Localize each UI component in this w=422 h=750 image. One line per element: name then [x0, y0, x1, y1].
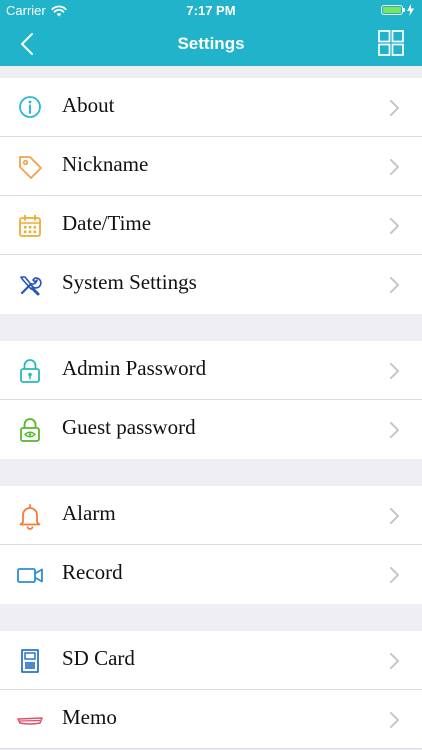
status-bar: Carrier 7:17 PM [0, 0, 422, 22]
settings-group-media: Alarm Record [0, 486, 422, 604]
section-spacer [0, 66, 422, 78]
settings-item-label: Record [62, 560, 123, 584]
settings-item-label: Alarm [62, 501, 116, 525]
settings-item-label: Guest password [62, 415, 196, 439]
chevron-right-icon [388, 422, 400, 438]
section-spacer [0, 459, 422, 486]
navigation-bar: Settings [0, 22, 422, 66]
section-spacer [0, 604, 422, 631]
chevron-right-icon [388, 567, 400, 583]
calendar-icon [16, 212, 44, 240]
status-time: 7:17 PM [186, 3, 236, 18]
settings-group-general: About Nickname Date/Time System Settings [0, 78, 422, 314]
settings-item-label: System Settings [62, 270, 197, 294]
settings-item-about[interactable]: About [0, 78, 422, 137]
settings-item-label: Nickname [62, 152, 149, 176]
sd-card-icon [16, 647, 44, 675]
battery-level [383, 7, 401, 13]
settings-item-record[interactable]: Record [0, 545, 422, 604]
settings-item-admin-password[interactable]: Admin Password [0, 341, 422, 400]
grid-icon [378, 30, 404, 56]
section-spacer [0, 314, 422, 341]
chevron-right-icon [388, 159, 400, 175]
settings-item-label: SD Card [62, 646, 135, 670]
status-right [381, 4, 414, 16]
info-icon [16, 94, 44, 122]
settings-item-guest-password[interactable]: Guest password [0, 400, 422, 459]
top-bar: Carrier 7:17 PM Settings [0, 0, 422, 66]
settings-item-alarm[interactable]: Alarm [0, 486, 422, 545]
settings-item-date-time[interactable]: Date/Time [0, 196, 422, 255]
chevron-right-icon [388, 712, 400, 728]
settings-group-passwords: Admin Password Guest password [0, 341, 422, 459]
charging-icon [407, 4, 414, 16]
settings-item-label: Admin Password [62, 356, 207, 380]
settings-item-memo[interactable]: Memo [0, 690, 422, 749]
chevron-right-icon [388, 277, 400, 293]
video-camera-icon [16, 561, 44, 589]
chevron-right-icon [388, 363, 400, 379]
lock-icon [16, 357, 44, 385]
bell-icon [16, 502, 44, 530]
settings-item-label: Memo [62, 705, 117, 729]
tools-icon [16, 271, 44, 299]
chevron-right-icon [388, 100, 400, 116]
memo-icon [16, 706, 44, 734]
settings-group-storage: SD Card Memo [0, 631, 422, 749]
chevron-right-icon [388, 218, 400, 234]
page-title: Settings [177, 34, 245, 53]
settings-item-system-settings[interactable]: System Settings [0, 255, 422, 314]
settings-item-sd-card[interactable]: SD Card [0, 631, 422, 690]
settings-item-label: Date/Time [62, 211, 152, 235]
battery-icon [381, 5, 405, 15]
tag-icon [16, 153, 44, 181]
settings-item-label: About [62, 93, 115, 117]
chevron-right-icon [388, 508, 400, 524]
lock-eye-icon [16, 416, 44, 444]
chevron-right-icon [388, 653, 400, 669]
settings-list: About Nickname Date/Time System Settings… [0, 66, 422, 749]
grid-menu-button[interactable] [378, 30, 404, 56]
settings-item-nickname[interactable]: Nickname [0, 137, 422, 196]
